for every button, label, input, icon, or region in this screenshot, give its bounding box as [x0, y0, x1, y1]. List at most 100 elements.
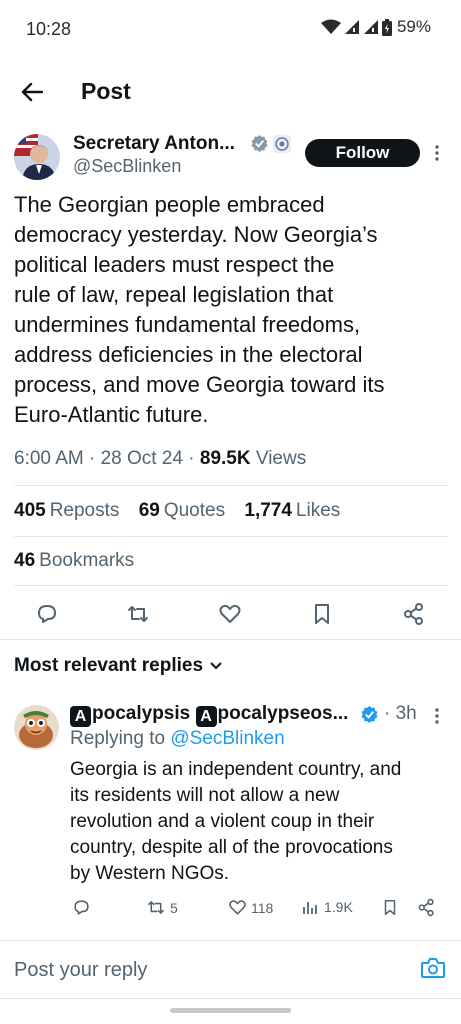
quotes-stat[interactable]: 69 Quotes [139, 500, 225, 521]
reply-composer: Post your reply [0, 942, 461, 1000]
box-letter: A [70, 706, 91, 727]
bookmark-icon [315, 604, 329, 624]
reply-repost-count: 5 [170, 899, 178, 916]
divider [14, 536, 448, 537]
bookmark-icon [384, 900, 396, 915]
tweet-text-line: political leaders must respect the [14, 252, 335, 277]
repost-icon [128, 606, 148, 622]
divider [14, 585, 448, 586]
reply-icon [74, 900, 89, 915]
camera-icon[interactable] [420, 956, 446, 980]
mention-link[interactable]: @SecBlinken [170, 728, 284, 749]
reply-text-line: by Western NGOs. [70, 863, 230, 884]
reply-text-line: Georgia is an independent country, and [70, 759, 402, 780]
reply-views-button[interactable]: 1.9K [302, 898, 353, 916]
reply-name-part: pocalypsis [92, 703, 191, 724]
battery-percent: 59% [396, 17, 431, 36]
tweet-text: The Georgian people embraced democracy y… [14, 190, 444, 430]
reposts-stat[interactable]: 405 Reposts [14, 500, 119, 521]
reply-author-name[interactable]: Apocalypsis Apocalypseos... [70, 703, 348, 727]
views-count: 89.5K [199, 448, 251, 469]
reply-bookmark-button[interactable] [381, 898, 399, 917]
quotes-count: 69 [138, 500, 160, 521]
header: Post [0, 60, 461, 124]
status-time: 10:28 [26, 19, 72, 39]
reply-text-line: country, despite all of the provocations [70, 837, 393, 858]
reply-views-count: 1.9K [324, 899, 353, 915]
views-label: Views [255, 448, 307, 469]
repost-icon [148, 901, 164, 914]
reply-share-button[interactable] [417, 898, 436, 917]
reply-actions: 5 118 1.9K [0, 898, 461, 922]
verified-icon [251, 134, 268, 153]
quotes-label: Quotes [163, 500, 226, 521]
tweet-text-line: Euro-Atlantic future. [14, 402, 209, 427]
reply-time: · 3h [384, 703, 417, 724]
author-row: Secretary Anton... @SecBlinken Follow [0, 128, 461, 188]
reply-like-button[interactable]: 118 [228, 898, 273, 917]
reply-icon [38, 605, 56, 623]
tweet-text-line: The Georgian people embraced [14, 192, 325, 217]
likes-count: 1,774 [244, 500, 292, 521]
home-indicator[interactable] [170, 1008, 291, 1013]
tweet-text-line: undermines fundamental freedoms, [14, 312, 361, 337]
more-icon[interactable] [434, 707, 440, 725]
views-icon [303, 902, 317, 914]
signal-icon [344, 20, 359, 34]
replying-to: Replying to @SecBlinken [70, 728, 285, 750]
like-icon [219, 604, 241, 623]
divider [0, 940, 461, 941]
affiliation-icon [273, 135, 291, 153]
divider [0, 639, 461, 640]
reposts-count: 405 [14, 500, 46, 521]
repost-button[interactable] [124, 600, 152, 628]
like-button[interactable] [216, 600, 244, 628]
likes-label: Likes [295, 500, 341, 521]
author-handle: @SecBlinken [73, 156, 182, 176]
verified-icon [361, 705, 378, 724]
like-icon [229, 900, 246, 915]
follow-button[interactable]: Follow [305, 139, 420, 167]
signal-icon [363, 20, 378, 34]
page-title: Post [81, 78, 131, 104]
reply-text: Georgia is an independent country, and i… [70, 757, 440, 887]
back-button[interactable] [14, 74, 50, 110]
author-name[interactable]: Secretary Anton... [73, 133, 235, 155]
replying-prefix: Replying to [70, 728, 166, 749]
tweet-time: 6:00 AM [14, 448, 84, 469]
likes-stat[interactable]: 1,774 Likes [244, 500, 340, 521]
avatar[interactable] [14, 134, 60, 180]
reply-button[interactable] [33, 600, 61, 628]
tweet-actions [0, 596, 461, 632]
reply-name-part: pocalypseos... [217, 703, 349, 724]
more-icon[interactable] [434, 144, 440, 162]
reply-input[interactable]: Post your reply [14, 959, 147, 982]
reply-like-count: 118 [251, 899, 274, 916]
box-letter: A [195, 706, 217, 727]
tweet-date: 28 Oct 24 [100, 448, 183, 469]
back-arrow-icon [21, 82, 43, 102]
reposts-label: Reposts [49, 500, 120, 521]
tweet-text-line: address deficiencies in the electoral [14, 342, 363, 367]
tweet-text-line: democracy yesterday. Now Georgia’s [14, 222, 378, 247]
reply-time-value: 3h [395, 703, 417, 724]
replies-header-label: Most relevant replies [14, 655, 204, 676]
replies-sort-dropdown[interactable]: Most relevant replies [14, 655, 223, 677]
share-icon [418, 898, 434, 917]
bookmarks-count: 46 [14, 550, 36, 571]
status-icons: 59% [320, 17, 431, 37]
divider [14, 485, 448, 486]
wifi-icon [320, 19, 341, 34]
divider [0, 998, 461, 999]
chevron-down-icon [210, 662, 222, 670]
reply-reply-button[interactable] [72, 898, 91, 917]
share-button[interactable] [400, 600, 428, 628]
bookmark-button[interactable] [308, 600, 336, 628]
reply-repost-button[interactable]: 5 [146, 898, 178, 917]
bookmarks-label: Bookmarks [39, 550, 135, 571]
bookmarks-stat[interactable]: 46 Bookmarks [14, 550, 134, 572]
tweet-text-line: process, and move Georgia toward its [14, 372, 385, 397]
stats-row: 405 Reposts 69 Quotes 1,774 Likes [14, 500, 354, 522]
avatar[interactable] [14, 705, 59, 750]
reply-item[interactable]: Apocalypsis Apocalypseos... · 3h Replyin… [0, 700, 461, 930]
